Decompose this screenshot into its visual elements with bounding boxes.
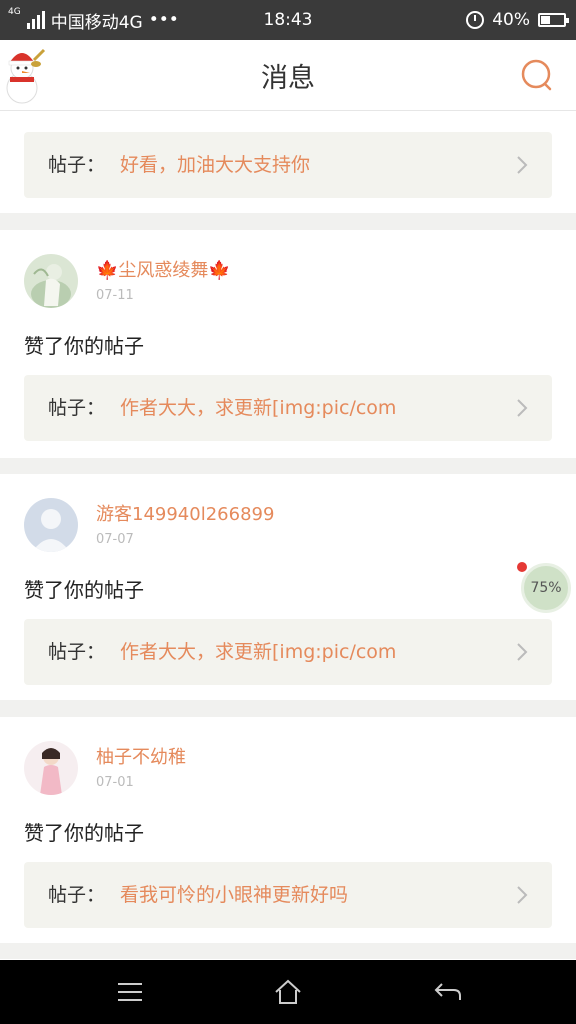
action-text: 赞了你的帖子: [24, 821, 144, 845]
post-preview[interactable]: 帖子： 看我可怜的小眼神更新好吗: [24, 862, 552, 928]
action-text: 赞了你的帖子: [24, 334, 144, 358]
user-name[interactable]: 游客149940l266899: [96, 500, 274, 526]
notification-list[interactable]: 帖子： 好看，加油大大支持你 🍁尘风惑绫舞🍁 07-11 赞了你的帖子 帖子：: [0, 111, 576, 960]
post-label: 帖子：: [48, 641, 106, 663]
avatar[interactable]: [24, 741, 78, 795]
chevron-right-icon: [517, 399, 528, 417]
notification-card: 帖子： 好看，加油大大支持你: [0, 111, 576, 213]
menu-icon[interactable]: [114, 976, 146, 1008]
post-preview[interactable]: 帖子： 作者大大，求更新[img:pic/com: [24, 375, 552, 441]
post-preview-text: 作者大大，求更新[img:pic/com: [120, 641, 397, 663]
back-icon[interactable]: [432, 976, 464, 1008]
post-preview-text: 好看，加油大大支持你: [120, 154, 311, 176]
floating-speed-ball[interactable]: 75%: [521, 563, 571, 613]
notification-card: 游客149940l266899 07-07 赞了你的帖子 帖子： 作者大大，求更…: [0, 474, 576, 700]
chevron-right-icon: [517, 156, 528, 174]
page-title: 消息: [261, 62, 315, 94]
avatar[interactable]: [24, 254, 78, 308]
app-header: 消息: [0, 40, 576, 111]
notification-date: 07-07: [96, 532, 134, 547]
post-label: 帖子：: [48, 154, 106, 176]
chevron-right-icon: [517, 886, 528, 904]
chevron-right-icon: [517, 643, 528, 661]
post-label: 帖子：: [48, 884, 106, 906]
action-text: 赞了你的帖子: [24, 578, 144, 602]
search-icon[interactable]: [520, 58, 554, 92]
notification-card: 🍁尘风惑绫舞🍁 07-11 赞了你的帖子 帖子： 作者大大，求更新[img:pi…: [0, 230, 576, 458]
alarm-icon: [466, 11, 485, 29]
system-nav-bar: [0, 960, 576, 1024]
post-preview[interactable]: 帖子： 好看，加油大大支持你: [24, 132, 552, 198]
notification-dot: [517, 562, 527, 572]
status-bar: 4G 中国移动4G ••• 18:43 40%: [0, 0, 576, 40]
notification-card: 柚子不幼稚 07-01 赞了你的帖子 帖子： 看我可怜的小眼神更新好吗: [0, 717, 576, 943]
user-name[interactable]: 柚子不幼稚: [96, 743, 186, 769]
post-label: 帖子：: [48, 397, 106, 419]
avatar[interactable]: [24, 498, 78, 552]
post-preview-text: 作者大大，求更新[img:pic/com: [120, 397, 397, 419]
user-name[interactable]: 🍁尘风惑绫舞🍁: [96, 256, 231, 282]
post-preview-text: 看我可怜的小眼神更新好吗: [120, 884, 349, 906]
home-icon[interactable]: [272, 976, 304, 1008]
notification-date: 07-01: [96, 775, 134, 790]
battery-percent: 40%: [492, 10, 530, 30]
battery-icon: [538, 13, 569, 27]
notification-date: 07-11: [96, 288, 134, 303]
status-time: 18:43: [263, 10, 313, 30]
post-preview[interactable]: 帖子： 作者大大，求更新[img:pic/com: [24, 619, 552, 685]
